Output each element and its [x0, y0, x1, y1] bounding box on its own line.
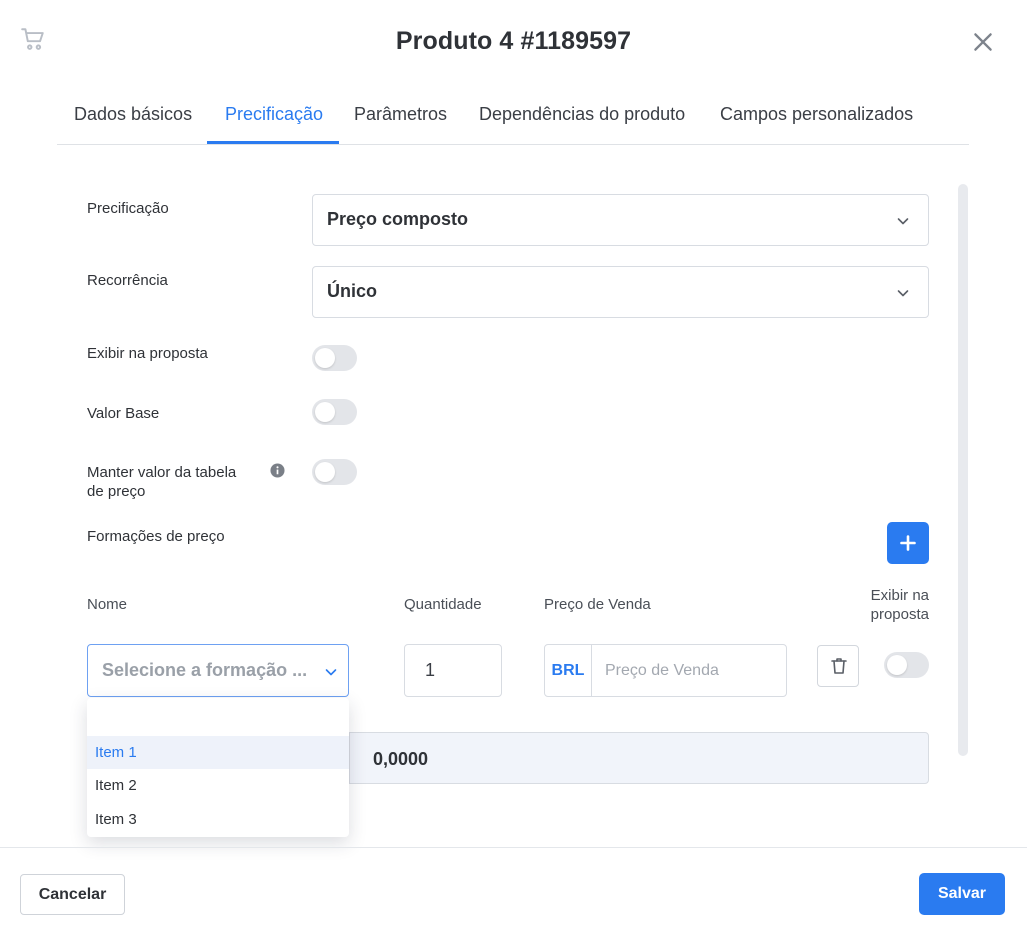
- close-icon[interactable]: [970, 29, 996, 55]
- dropdown-search-input[interactable]: [87, 698, 349, 736]
- toggle-knob: [315, 402, 335, 422]
- info-icon[interactable]: [270, 463, 285, 478]
- column-header-show-in-proposal: Exibir na proposta: [870, 587, 929, 623]
- recurrence-select-value: Único: [327, 281, 378, 301]
- sale-price-input[interactable]: [593, 645, 785, 696]
- trash-icon: [831, 658, 847, 674]
- toggle-knob: [887, 655, 907, 675]
- scrollbar[interactable]: [958, 184, 968, 756]
- row-show-in-proposal-toggle[interactable]: [884, 652, 929, 678]
- quantity-input[interactable]: [404, 644, 502, 697]
- tab-parametros[interactable]: Parâmetros: [354, 104, 447, 125]
- dropdown-option[interactable]: Item 3: [87, 803, 349, 836]
- chevron-down-icon: [325, 669, 337, 676]
- dropdown-option[interactable]: Item 2: [87, 769, 349, 802]
- tab-campos-personalizados[interactable]: Campos personalizados: [720, 104, 913, 125]
- cancel-button[interactable]: Cancelar: [20, 874, 125, 915]
- active-tab-indicator: [207, 141, 339, 144]
- delete-formation-button[interactable]: [817, 645, 859, 687]
- recurrence-select[interactable]: Único: [312, 266, 929, 318]
- plus-icon: [900, 535, 916, 551]
- keep-table-value-label: Manter valor da tabela de preço: [87, 464, 237, 500]
- keep-table-value-toggle[interactable]: [312, 459, 357, 485]
- total-value: 0,0000: [373, 749, 429, 769]
- modal-title: Produto 4 #1189597: [395, 27, 632, 55]
- currency-addon: BRL: [545, 645, 592, 696]
- tab-dados-basicos[interactable]: Dados básicos: [74, 104, 192, 125]
- price-formations-label: Formações de preço: [87, 528, 225, 545]
- dropdown-option[interactable]: Item 1: [87, 736, 349, 769]
- total-value-field: 0,0000: [349, 732, 929, 784]
- formation-dropdown: Item 1 Item 2 Item 3: [87, 698, 349, 837]
- recurrence-label: Recorrência: [87, 272, 168, 289]
- base-value-toggle[interactable]: [312, 399, 357, 425]
- toggle-knob: [315, 462, 335, 482]
- save-button[interactable]: Salvar: [919, 873, 1005, 915]
- footer-divider: [0, 847, 1027, 848]
- toggle-knob: [315, 348, 335, 368]
- formation-name-placeholder: Selecione a formação ...: [102, 660, 308, 680]
- pricing-select-value: Preço composto: [327, 209, 469, 229]
- tab-precificacao[interactable]: Precificação: [225, 104, 323, 125]
- add-formation-button[interactable]: [887, 522, 929, 564]
- column-header-quantity: Quantidade: [404, 596, 482, 613]
- sale-price-field: BRL: [544, 644, 787, 697]
- show-in-proposal-label: Exibir na proposta: [87, 345, 208, 362]
- tab-bar: Dados básicos Precificação Parâmetros De…: [57, 96, 969, 145]
- base-value-label: Valor Base: [87, 405, 160, 422]
- chevron-down-icon: [897, 218, 909, 225]
- chevron-down-icon: [897, 290, 909, 297]
- column-header-sale-price: Preço de Venda: [544, 596, 651, 613]
- pricing-label: Precificação: [87, 200, 169, 217]
- formation-name-select[interactable]: Selecione a formação ...: [87, 644, 349, 697]
- column-header-name: Nome: [87, 596, 128, 613]
- tab-dependencias[interactable]: Dependências do produto: [479, 104, 685, 125]
- show-in-proposal-toggle[interactable]: [312, 345, 357, 371]
- pricing-select[interactable]: Preço composto: [312, 194, 929, 246]
